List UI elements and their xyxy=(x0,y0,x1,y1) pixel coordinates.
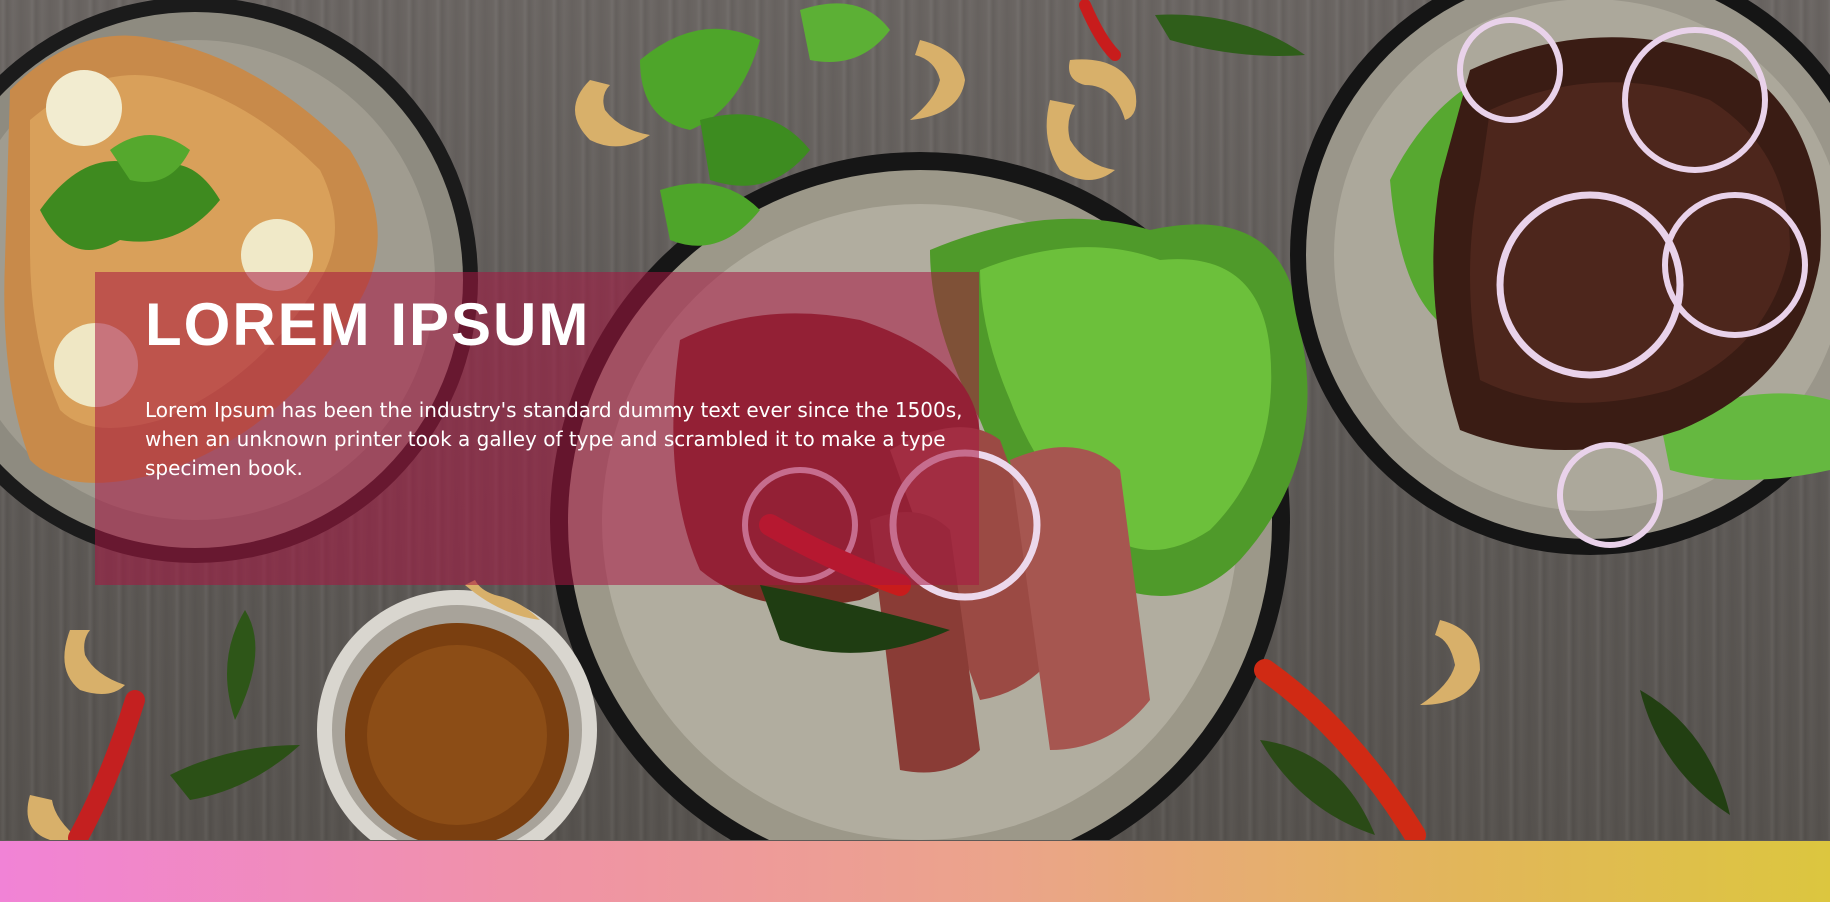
hero-description: Lorem Ipsum has been the industry's stan… xyxy=(145,398,963,480)
gradient-footer-bar xyxy=(0,841,1830,902)
hero-banner: LOREM IPSUM Lorem Ipsum has been the ind… xyxy=(0,0,1830,902)
hero-title: LOREM IPSUM xyxy=(145,291,591,358)
right-plate xyxy=(1290,0,1830,555)
sauce-bowl xyxy=(317,590,597,840)
